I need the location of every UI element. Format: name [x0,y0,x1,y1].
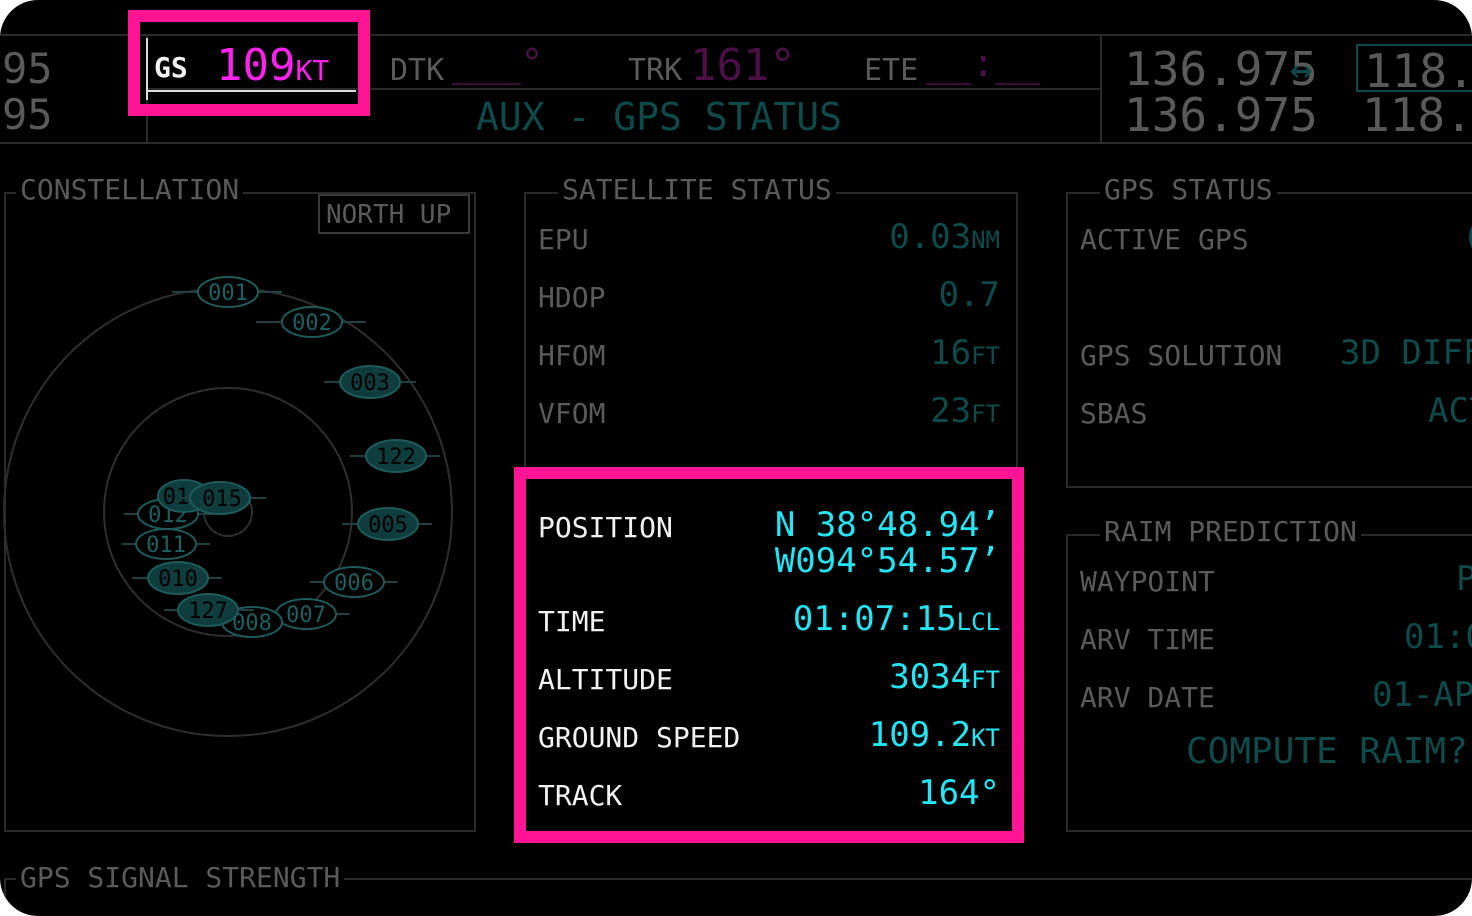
raim-arv-time-label: ARV TIME [1080,623,1215,656]
com-active-frequency-1[interactable]: 136.975 [1124,46,1318,92]
gps-solution-value: 3D DIFF [1340,333,1472,373]
hdop-value: 0.7 [938,275,1000,315]
gps-solution-label: GPS SOLUTION [1080,339,1283,372]
hfom-value: 16FT [930,333,1000,373]
svg-text:011: 011 [146,533,186,558]
svg-text:008: 008 [232,611,272,636]
svg-text:015: 015 [202,487,242,512]
hfom-label: HFOM [538,339,606,372]
satellite-001: 001 [172,276,282,308]
trk-label: TRK [628,53,683,88]
com-standby-frequency-2: 118.0 [1362,88,1472,142]
svg-text:007: 007 [286,603,326,628]
svg-text:005: 005 [368,513,408,538]
svg-text:127: 127 [188,599,228,624]
gps-status-title: GPS STATUS [1100,176,1277,204]
page-title: AUX - GPS STATUS [476,95,843,139]
gps-status-screen: 95 95 GS 109KT DTK ___° TRK 161° ETE __:… [0,0,1472,916]
active-gps-label: ACTIVE GPS [1080,223,1249,256]
dtk-value: ___° [452,41,544,85]
raim-prediction-title: RAIM PREDICTION [1100,518,1361,546]
satellite-122: 122 [350,439,440,473]
raim-arv-time-value[interactable]: 01:0 [1404,620,1472,654]
sbas-label: SBAS [1080,397,1148,430]
trk-value: 161° [690,40,796,91]
svg-text:122: 122 [376,445,416,470]
top-bar-com-divider [1100,34,1102,142]
constellation-sky-plot: 001 002 003 122 005 006 007 008 127 010 … [3,276,453,737]
left-value-1: 95 [2,44,53,93]
satellite-005: 005 [342,507,432,541]
com-swap-arrow-icon[interactable]: ↔ [1290,50,1313,88]
active-gps-value: ( [1462,220,1472,254]
vfom-value: 23FT [930,391,1000,431]
svg-text:010: 010 [158,567,198,592]
constellation-title: CONSTELLATION [16,176,244,204]
svg-text:001: 001 [208,281,248,306]
satellite-010: 010 [132,561,222,595]
ete-value: __:__ [926,41,1041,85]
com-standby-box[interactable]: 118.0 [1356,44,1472,94]
north-up-button[interactable]: NORTH UP [318,194,470,234]
svg-text:006: 006 [334,571,374,596]
epu-value: 0.03NM [889,217,1000,257]
raim-waypoint-value[interactable]: P [1456,562,1472,596]
hdop-label: HDOP [538,281,606,314]
satellite-status-title: SATELLITE STATUS [558,176,836,204]
left-value-2: 95 [2,90,53,139]
raim-waypoint-label: WAYPOINT [1080,565,1215,598]
satellite-002: 002 [256,306,366,338]
satellite-011: 011 [122,528,210,560]
gps-signal-strength-title: GPS SIGNAL STRENGTH [16,864,345,892]
top-bar-bottom-border [0,142,1472,144]
com-active-frequency-2: 136.975 [1124,88,1318,142]
vfom-label: VFOM [538,397,606,430]
raim-arv-date-label: ARV DATE [1080,681,1215,714]
north-up-label: NORTH UP [326,200,452,230]
gs-highlight-frame [128,10,370,116]
sbas-value: ACT [1428,391,1472,431]
dtk-label: DTK [390,53,445,88]
compute-raim-button[interactable]: COMPUTE RAIM? [1186,734,1468,770]
position-highlight-frame [514,467,1024,843]
svg-text:002: 002 [292,311,332,336]
ete-label: ETE [864,53,919,88]
epu-label: EPU [538,223,589,256]
svg-text:003: 003 [350,371,390,396]
raim-arv-date-value[interactable]: 01-APR [1372,678,1472,712]
signal-strength-left-border [4,878,6,916]
